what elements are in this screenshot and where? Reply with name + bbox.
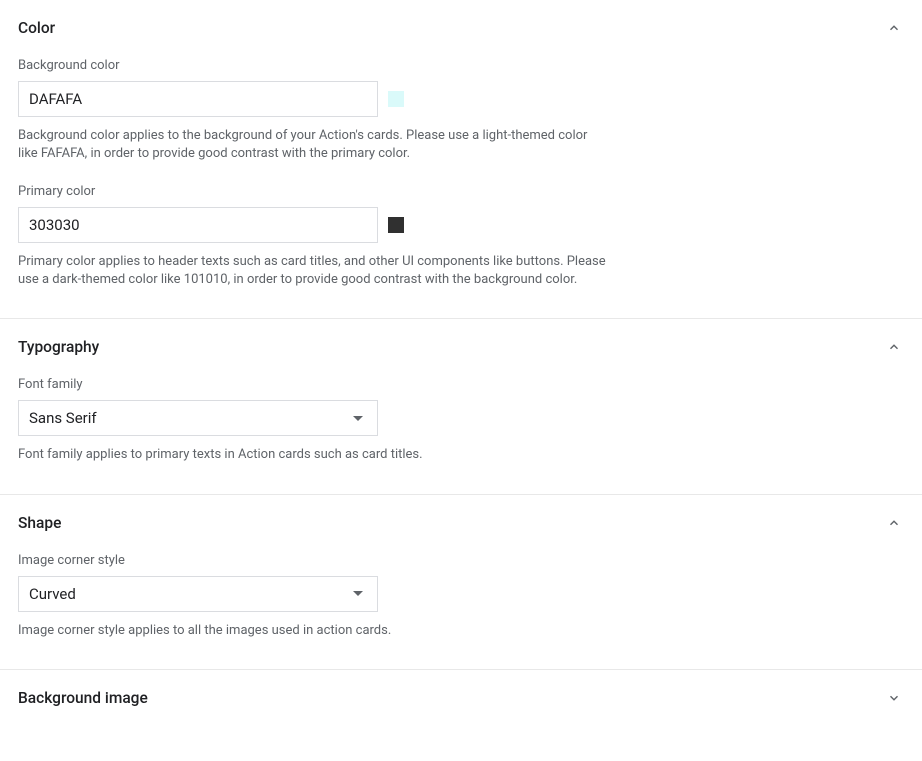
select-value-font-family: Sans Serif [29,409,353,427]
chevron-up-icon [884,337,904,357]
help-primary-color: Primary color applies to header texts su… [18,253,608,288]
section-title-typography: Typography [18,338,99,356]
swatch-primary-color[interactable] [388,217,404,233]
section-header-shape[interactable]: Shape [18,513,904,533]
select-font-family[interactable]: Sans Serif [18,400,378,436]
chevron-up-icon [884,18,904,38]
input-primary-color[interactable] [18,207,378,243]
section-background-image: Background image [0,670,922,726]
help-font-family: Font family applies to primary texts in … [18,446,608,464]
field-image-corner-style: Image corner style Curved Image corner s… [18,553,904,640]
section-title-background-image: Background image [18,689,148,707]
label-image-corner-style: Image corner style [18,553,904,568]
section-header-typography[interactable]: Typography [18,337,904,357]
dropdown-icon [353,591,363,596]
label-background-color: Background color [18,58,904,73]
label-font-family: Font family [18,377,904,392]
section-title-color: Color [18,19,55,37]
chevron-up-icon [884,513,904,533]
label-primary-color: Primary color [18,184,904,199]
chevron-down-icon [884,688,904,708]
section-header-color[interactable]: Color [18,18,904,38]
input-background-color[interactable] [18,81,378,117]
section-header-background-image[interactable]: Background image [18,688,904,708]
section-shape: Shape Image corner style Curved Image co… [0,495,922,671]
help-background-color: Background color applies to the backgrou… [18,127,608,162]
select-image-corner-style[interactable]: Curved [18,576,378,612]
field-background-color: Background color Background color applie… [18,58,904,162]
section-title-shape: Shape [18,514,61,532]
select-value-image-corner-style: Curved [29,585,353,603]
field-primary-color: Primary color Primary color applies to h… [18,184,904,288]
field-font-family: Font family Sans Serif Font family appli… [18,377,904,464]
dropdown-icon [353,416,363,421]
section-color: Color Background color Background color … [0,0,922,319]
help-image-corner-style: Image corner style applies to all the im… [18,622,608,640]
section-typography: Typography Font family Sans Serif Font f… [0,319,922,495]
swatch-background-color[interactable] [388,91,404,107]
